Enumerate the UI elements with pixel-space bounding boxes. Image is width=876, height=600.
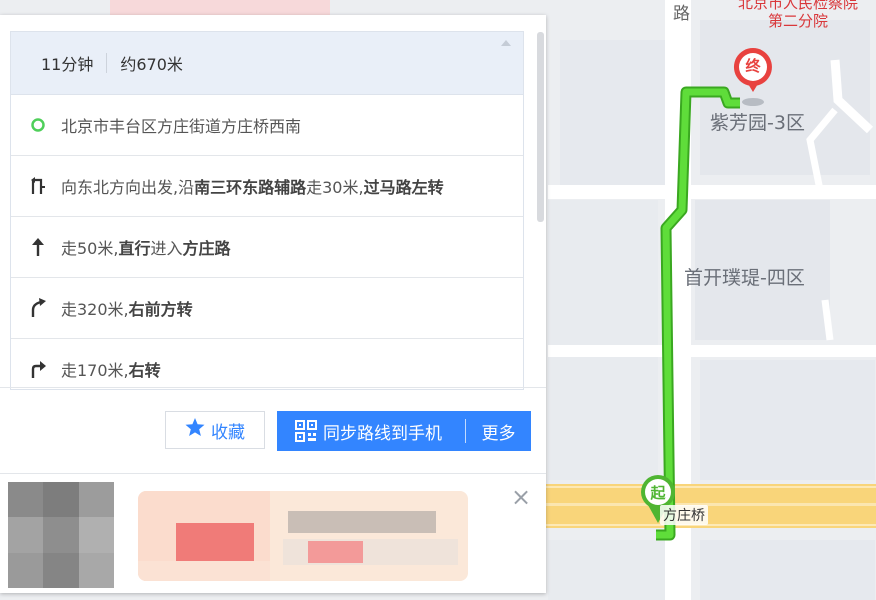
turn-left-icon [29,176,47,196]
start-marker[interactable]: 起 [649,482,667,503]
route-step-text: 走320米,右前方转 [61,300,193,319]
route-panel: 11分钟 约670米 北京市丰台区方庄街道方庄桥西南向东北方向出发,沿南三环东路… [0,15,546,593]
star-icon [185,418,205,442]
end-marker[interactable]: 终 [745,55,761,76]
sync-to-phone-button[interactable]: 同步路线到手机 [277,411,463,451]
ad-area[interactable]: × [0,473,546,594]
poi-label-procuratorate[interactable]: 北京市人民检察院 第二分院 [738,0,858,30]
route-details: 11分钟 约670米 北京市丰台区方庄街道方庄桥西南向东北方向出发,沿南三环东路… [10,31,524,390]
turn-right-icon [29,359,47,379]
route-step-text: 向东北方向出发,沿南三环东路辅路走30米,过马路左转 [61,178,444,197]
ad-close-button[interactable]: × [510,485,532,509]
summary-divider [106,53,108,73]
action-bar: 收藏 同步路线到手机 更多 [0,387,546,474]
bear-right-icon [29,298,47,318]
route-step[interactable]: 北京市丰台区方庄街道方庄桥西南 [11,95,523,156]
poi-label-shoukai[interactable]: 首开璞瑅-四区 [684,263,805,290]
poi-label-zifangyuan[interactable]: 紫芳园-3区 [710,108,805,135]
route-step-text: 走50米,直行进入方庄路 [61,239,231,258]
route-step[interactable]: 走170米,右转 [11,339,523,389]
straight-arrow-icon [29,237,47,257]
bridge-label: 方庄桥 [660,505,708,525]
qr-code-icon [295,420,317,442]
route-step[interactable]: 向东北方向出发,沿南三环东路辅路走30米,过马路左转 [11,156,523,217]
route-distance: 约670米 [120,55,183,74]
sync-to-phone-label: 同步路线到手机 [323,423,442,444]
route-duration: 11分钟 [41,55,94,74]
start-circle-icon [29,115,47,135]
favorite-label: 收藏 [211,422,245,443]
route-step-text: 走170米,右转 [61,361,161,380]
more-button[interactable]: 更多 [466,419,531,444]
road-label: 路 [669,4,689,21]
route-step[interactable]: 走320米,右前方转 [11,278,523,339]
route-steps: 北京市丰台区方庄街道方庄桥西南向东北方向出发,沿南三环东路辅路走30米,过马路左… [11,95,523,389]
sync-button-group: 同步路线到手机 更多 [277,411,531,451]
ad-thumbnail[interactable] [8,482,114,588]
route-summary[interactable]: 11分钟 约670米 [11,32,523,95]
route-step[interactable]: 走50米,直行进入方庄路 [11,217,523,278]
ad-banner[interactable] [138,491,468,581]
favorite-button[interactable]: 收藏 [165,411,265,449]
scrollbar-thumb[interactable] [537,32,544,222]
collapse-caret-icon[interactable] [501,40,511,46]
route-step-text: 北京市丰台区方庄街道方庄桥西南 [61,117,302,136]
